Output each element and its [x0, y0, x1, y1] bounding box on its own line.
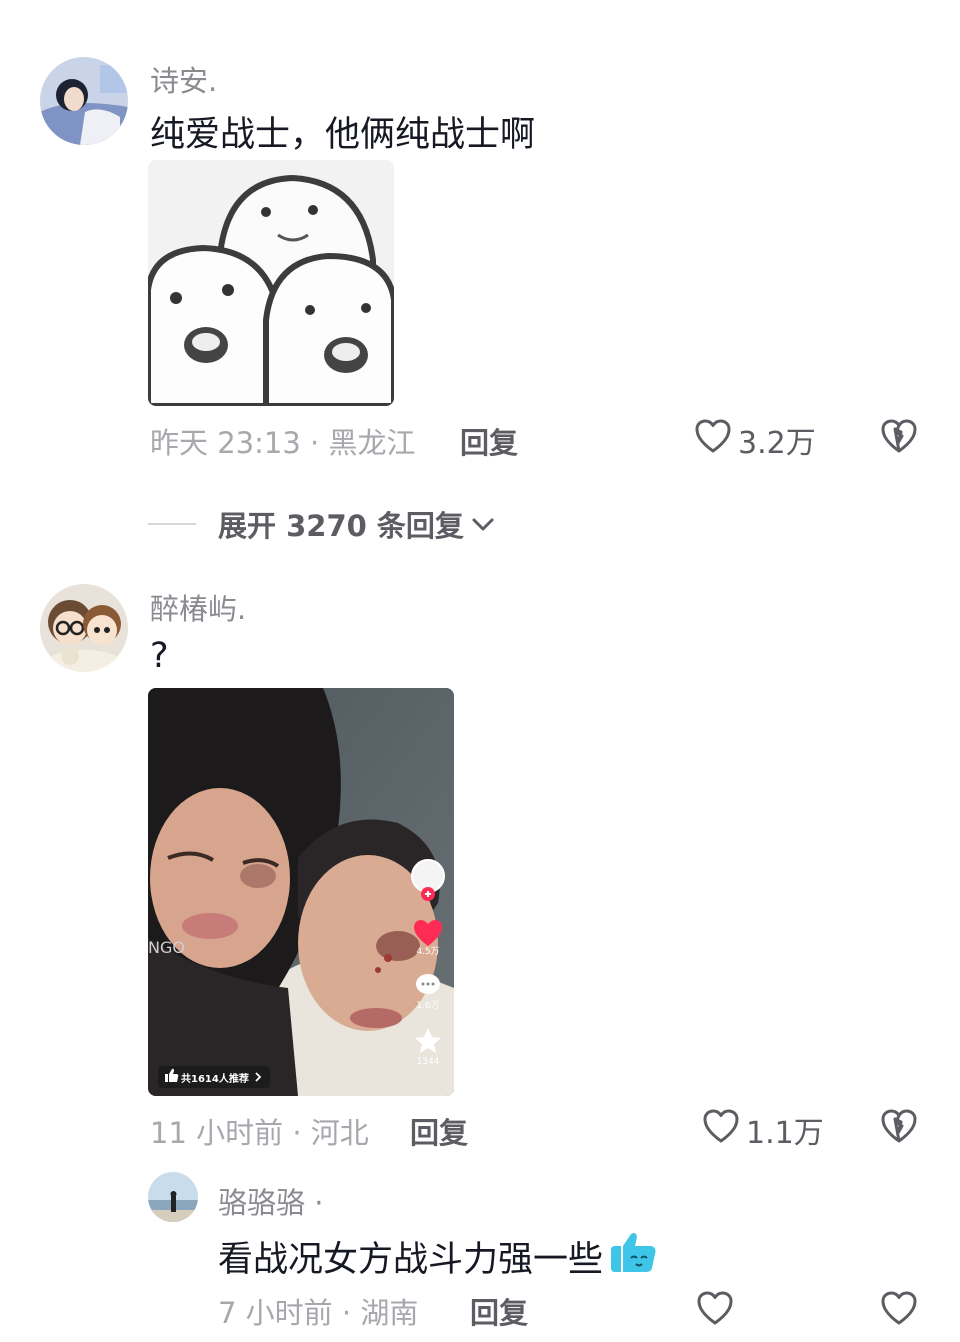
reply-button[interactable]: 回复: [460, 420, 518, 462]
shirt-print-text: NGO: [148, 938, 185, 957]
sub-reply-text-content: 看战况女方战斗力强一些: [218, 1240, 604, 1280]
avatar-sub-reply[interactable]: [148, 1172, 198, 1222]
chevron-down-icon: [470, 507, 496, 541]
comment-sticker-image[interactable]: [148, 160, 394, 406]
comment-text: ?: [150, 636, 169, 676]
comment-meta: 11 小时前 · 河北: [150, 1116, 369, 1150]
heart-outline-icon: [694, 418, 732, 462]
sub-reply-username[interactable]: 骆骆骆 ·: [218, 1180, 323, 1222]
like-count: 3.2万: [738, 426, 816, 461]
like-button[interactable]: [696, 1290, 734, 1334]
thumbs-up-emoji-icon: [607, 1230, 659, 1283]
sub-reply-meta: 7 小时前 · 湖南: [218, 1296, 419, 1330]
heart-outline-icon: [702, 1108, 740, 1152]
avatar-user-1[interactable]: [40, 57, 128, 145]
sub-reply-text: 看战况女方战斗力强一些: [218, 1230, 659, 1283]
comment-text: 纯爱战士，他俩纯战士啊: [150, 115, 536, 155]
dislike-button[interactable]: [880, 1108, 918, 1148]
video-like-count: 4.5万: [416, 947, 439, 957]
comment-meta: 昨天 23:13 · 黑龙江: [150, 426, 416, 460]
expand-divider: [148, 523, 196, 525]
broken-heart-icon: [880, 1291, 918, 1330]
like-button[interactable]: 3.2万: [694, 418, 816, 462]
expand-replies-button[interactable]: 展开 3270 条回复: [148, 503, 496, 545]
like-count: 1.1万: [746, 1116, 824, 1151]
recommend-badge-text: 共1614人推荐: [181, 1072, 249, 1085]
comment-video-thumbnail[interactable]: NGO 4.5万 1.6万 1344 共1614人推荐: [148, 688, 454, 1096]
reply-button[interactable]: 回复: [410, 1110, 468, 1152]
heart-outline-icon: [696, 1290, 734, 1334]
broken-heart-icon: [880, 1109, 918, 1148]
dislike-button[interactable]: [880, 418, 918, 458]
like-button[interactable]: 1.1万: [702, 1108, 824, 1152]
comment-username[interactable]: 醉椿屿.: [150, 586, 246, 628]
avatar-user-2[interactable]: [40, 584, 128, 672]
comment-username[interactable]: 诗安.: [150, 58, 217, 100]
reply-button[interactable]: 回复: [470, 1290, 528, 1332]
broken-heart-icon: [880, 419, 918, 458]
dislike-button[interactable]: [880, 1290, 918, 1330]
video-comment-count: 1.6万: [416, 1001, 439, 1011]
expand-replies-label: 展开 3270 条回复: [218, 509, 464, 543]
video-favorite-count: 1344: [417, 1057, 440, 1067]
